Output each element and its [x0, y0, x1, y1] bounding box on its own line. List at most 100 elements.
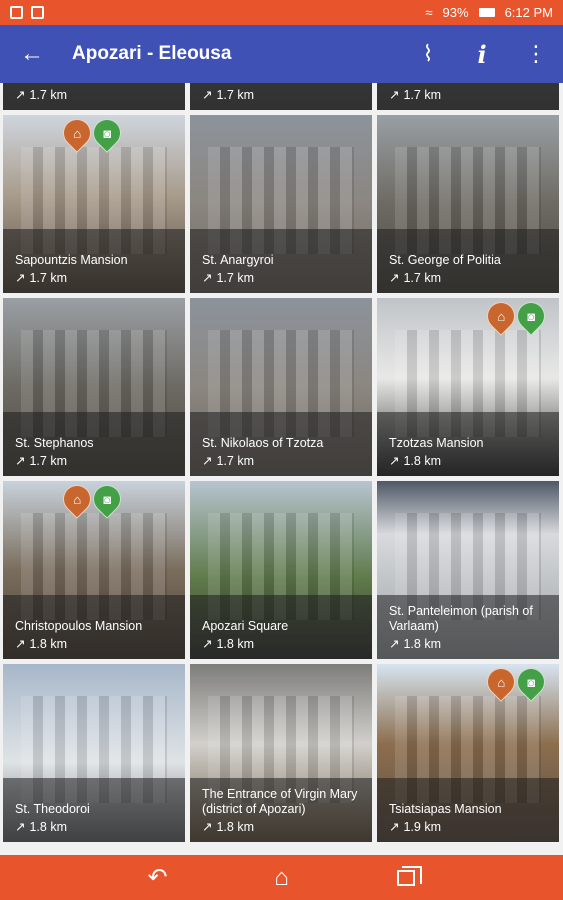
poi-tile[interactable]: ↗ 1.7 km: [3, 83, 185, 110]
poi-distance: ↗ 1.8 km: [202, 819, 360, 836]
status-right: ≈ 93% 6:12 PM: [425, 5, 553, 20]
notification-icon: [10, 6, 23, 19]
camera-pin-icon: ◙: [511, 298, 551, 336]
page-title: Apozari - Eleousa: [72, 43, 232, 64]
back-nav-icon: ↶: [147, 864, 168, 891]
direction-arrow-icon: ↗: [15, 88, 26, 102]
poi-tile[interactable]: ⌂ ◙ Christopoulos Mansion ↗ 1.8 km: [3, 481, 185, 659]
distance-value: 1.8 km: [403, 454, 441, 468]
poi-tile[interactable]: ⌂ ◙ Tsiatsiapas Mansion ↗ 1.9 km: [377, 664, 559, 842]
poi-name: Tzotzas Mansion: [389, 436, 484, 450]
poi-tile[interactable]: St. Theodoroi ↗ 1.8 km: [3, 664, 185, 842]
tile-caption: St. Theodoroi ↗ 1.8 km: [3, 778, 185, 842]
direction-arrow-icon: ↗: [15, 820, 26, 834]
battery-text: 93%: [442, 5, 469, 20]
poi-tile[interactable]: St. Anargyroi ↗ 1.7 km: [190, 115, 372, 293]
poi-distance: ↗ 1.7 km: [15, 87, 173, 104]
poi-distance: ↗ 1.7 km: [389, 87, 547, 104]
tile-caption: St. Panteleimon (parish of Varlaam) ↗ 1.8 …: [377, 595, 559, 659]
poi-name: Sapountzis Mansion: [15, 253, 128, 267]
route-map-button[interactable]: ⌇: [401, 25, 455, 83]
tile-caption: The Entrance of Virgin Mary (district of…: [190, 778, 372, 842]
distance-value: 1.7 km: [29, 271, 67, 285]
distance-value: 1.8 km: [403, 637, 441, 651]
distance-value: 1.8 km: [29, 820, 67, 834]
poi-tile[interactable]: Apozari Square ↗ 1.8 km: [190, 481, 372, 659]
nav-recent-button[interactable]: [388, 860, 424, 896]
tile-caption: St. Stephanos ↗ 1.7 km: [3, 412, 185, 476]
app-bar: ← Apozari - Eleousa ⌇ i ⋮: [0, 25, 563, 83]
tile-caption: ↗ 1.7 km: [3, 83, 185, 110]
tile-caption: St. Anargyroi ↗ 1.7 km: [190, 229, 372, 293]
tile-caption: St. George of Politia ↗ 1.7 km: [377, 229, 559, 293]
back-button[interactable]: ←: [0, 25, 64, 83]
poi-distance: ↗ 1.7 km: [202, 453, 360, 470]
info-button[interactable]: i: [455, 25, 509, 83]
arrow-back-icon: ←: [20, 40, 44, 67]
poi-grid: ↗ 1.7 km ↗ 1.7 km ↗ 1.7 km ⌂ ◙ Sapountzis Mansio…: [0, 83, 563, 855]
poi-tile[interactable]: ↗ 1.7 km: [190, 83, 372, 110]
poi-tile[interactable]: St. Nikolaos of Tzotza ↗ 1.7 km: [190, 298, 372, 476]
poi-distance: ↗ 1.7 km: [15, 453, 173, 470]
navigation-bar: ↶ ⌂: [0, 855, 563, 900]
status-bar: ≈ 93% 6:12 PM: [0, 0, 563, 25]
nav-home-button[interactable]: ⌂: [264, 860, 300, 896]
tile-caption: ↗ 1.7 km: [377, 83, 559, 110]
direction-arrow-icon: ↗: [202, 637, 213, 651]
poi-badges: ⌂ ◙: [481, 664, 551, 702]
poi-tile[interactable]: ↗ 1.7 km: [377, 83, 559, 110]
overflow-menu-button[interactable]: ⋮: [509, 25, 563, 83]
poi-tile[interactable]: St. Stephanos ↗ 1.7 km: [3, 298, 185, 476]
nav-back-button[interactable]: ↶: [140, 860, 176, 896]
poi-badges: ⌂ ◙: [481, 298, 551, 336]
tile-caption: ↗ 1.7 km: [190, 83, 372, 110]
direction-arrow-icon: ↗: [15, 271, 26, 285]
camera-pin-icon: ◙: [511, 664, 551, 702]
info-icon: i: [477, 39, 487, 69]
direction-arrow-icon: ↗: [202, 88, 213, 102]
tile-caption: St. Nikolaos of Tzotza ↗ 1.7 km: [190, 412, 372, 476]
poi-distance: ↗ 1.8 km: [389, 636, 547, 653]
poi-tile[interactable]: St. George of Politia ↗ 1.7 km: [377, 115, 559, 293]
poi-distance: ↗ 1.8 km: [202, 636, 360, 653]
poi-name: Apozari Square: [202, 619, 289, 633]
distance-value: 1.8 km: [216, 820, 254, 834]
poi-name: Christopoulos Mansion: [15, 619, 143, 633]
poi-tile[interactable]: St. Panteleimon (parish of Varlaam) ↗ 1.8 …: [377, 481, 559, 659]
distance-value: 1.7 km: [216, 271, 254, 285]
direction-arrow-icon: ↗: [202, 271, 213, 285]
poi-badges: ⌂ ◙: [57, 481, 127, 519]
distance-value: 1.7 km: [403, 88, 441, 102]
poi-grid-inner: ↗ 1.7 km ↗ 1.7 km ↗ 1.7 km ⌂ ◙ Sapountzis Mansio…: [0, 83, 563, 842]
direction-arrow-icon: ↗: [389, 88, 400, 102]
distance-value: 1.7 km: [29, 88, 67, 102]
distance-value: 1.7 km: [216, 454, 254, 468]
direction-arrow-icon: ↗: [202, 820, 213, 834]
tile-caption: Apozari Square ↗ 1.8 km: [190, 595, 372, 659]
more-vert-icon: ⋮: [525, 41, 547, 66]
distance-value: 1.8 km: [29, 637, 67, 651]
clock: 6:12 PM: [504, 5, 553, 20]
poi-badges: ⌂ ◙: [57, 115, 127, 153]
poi-distance: ↗ 1.9 km: [389, 819, 547, 836]
direction-arrow-icon: ↗: [15, 454, 26, 468]
museum-pin-icon: ⌂: [57, 115, 97, 153]
poi-distance: ↗ 1.8 km: [15, 636, 173, 653]
poi-tile[interactable]: ⌂ ◙ Sapountzis Mansion ↗ 1.7 km: [3, 115, 185, 293]
poi-distance: ↗ 1.8 km: [389, 453, 547, 470]
poi-tile[interactable]: The Entrance of Virgin Mary (district of…: [190, 664, 372, 842]
distance-value: 1.7 km: [403, 271, 441, 285]
tile-caption: Christopoulos Mansion ↗ 1.8 km: [3, 595, 185, 659]
distance-value: 1.8 km: [216, 637, 254, 651]
camera-pin-icon: ◙: [87, 115, 127, 153]
direction-arrow-icon: ↗: [15, 637, 26, 651]
poi-tile[interactable]: ⌂ ◙ Tzotzas Mansion ↗ 1.8 km: [377, 298, 559, 476]
direction-arrow-icon: ↗: [202, 454, 213, 468]
poi-name: St. George of Politia: [389, 253, 501, 267]
poi-name: St. Stephanos: [15, 436, 94, 450]
poi-name: St. Nikolaos of Tzotza: [202, 436, 324, 450]
poi-distance: ↗ 1.7 km: [202, 270, 360, 287]
distance-value: 1.7 km: [216, 88, 254, 102]
museum-pin-icon: ⌂: [481, 298, 521, 336]
tile-caption: Sapountzis Mansion ↗ 1.7 km: [3, 229, 185, 293]
